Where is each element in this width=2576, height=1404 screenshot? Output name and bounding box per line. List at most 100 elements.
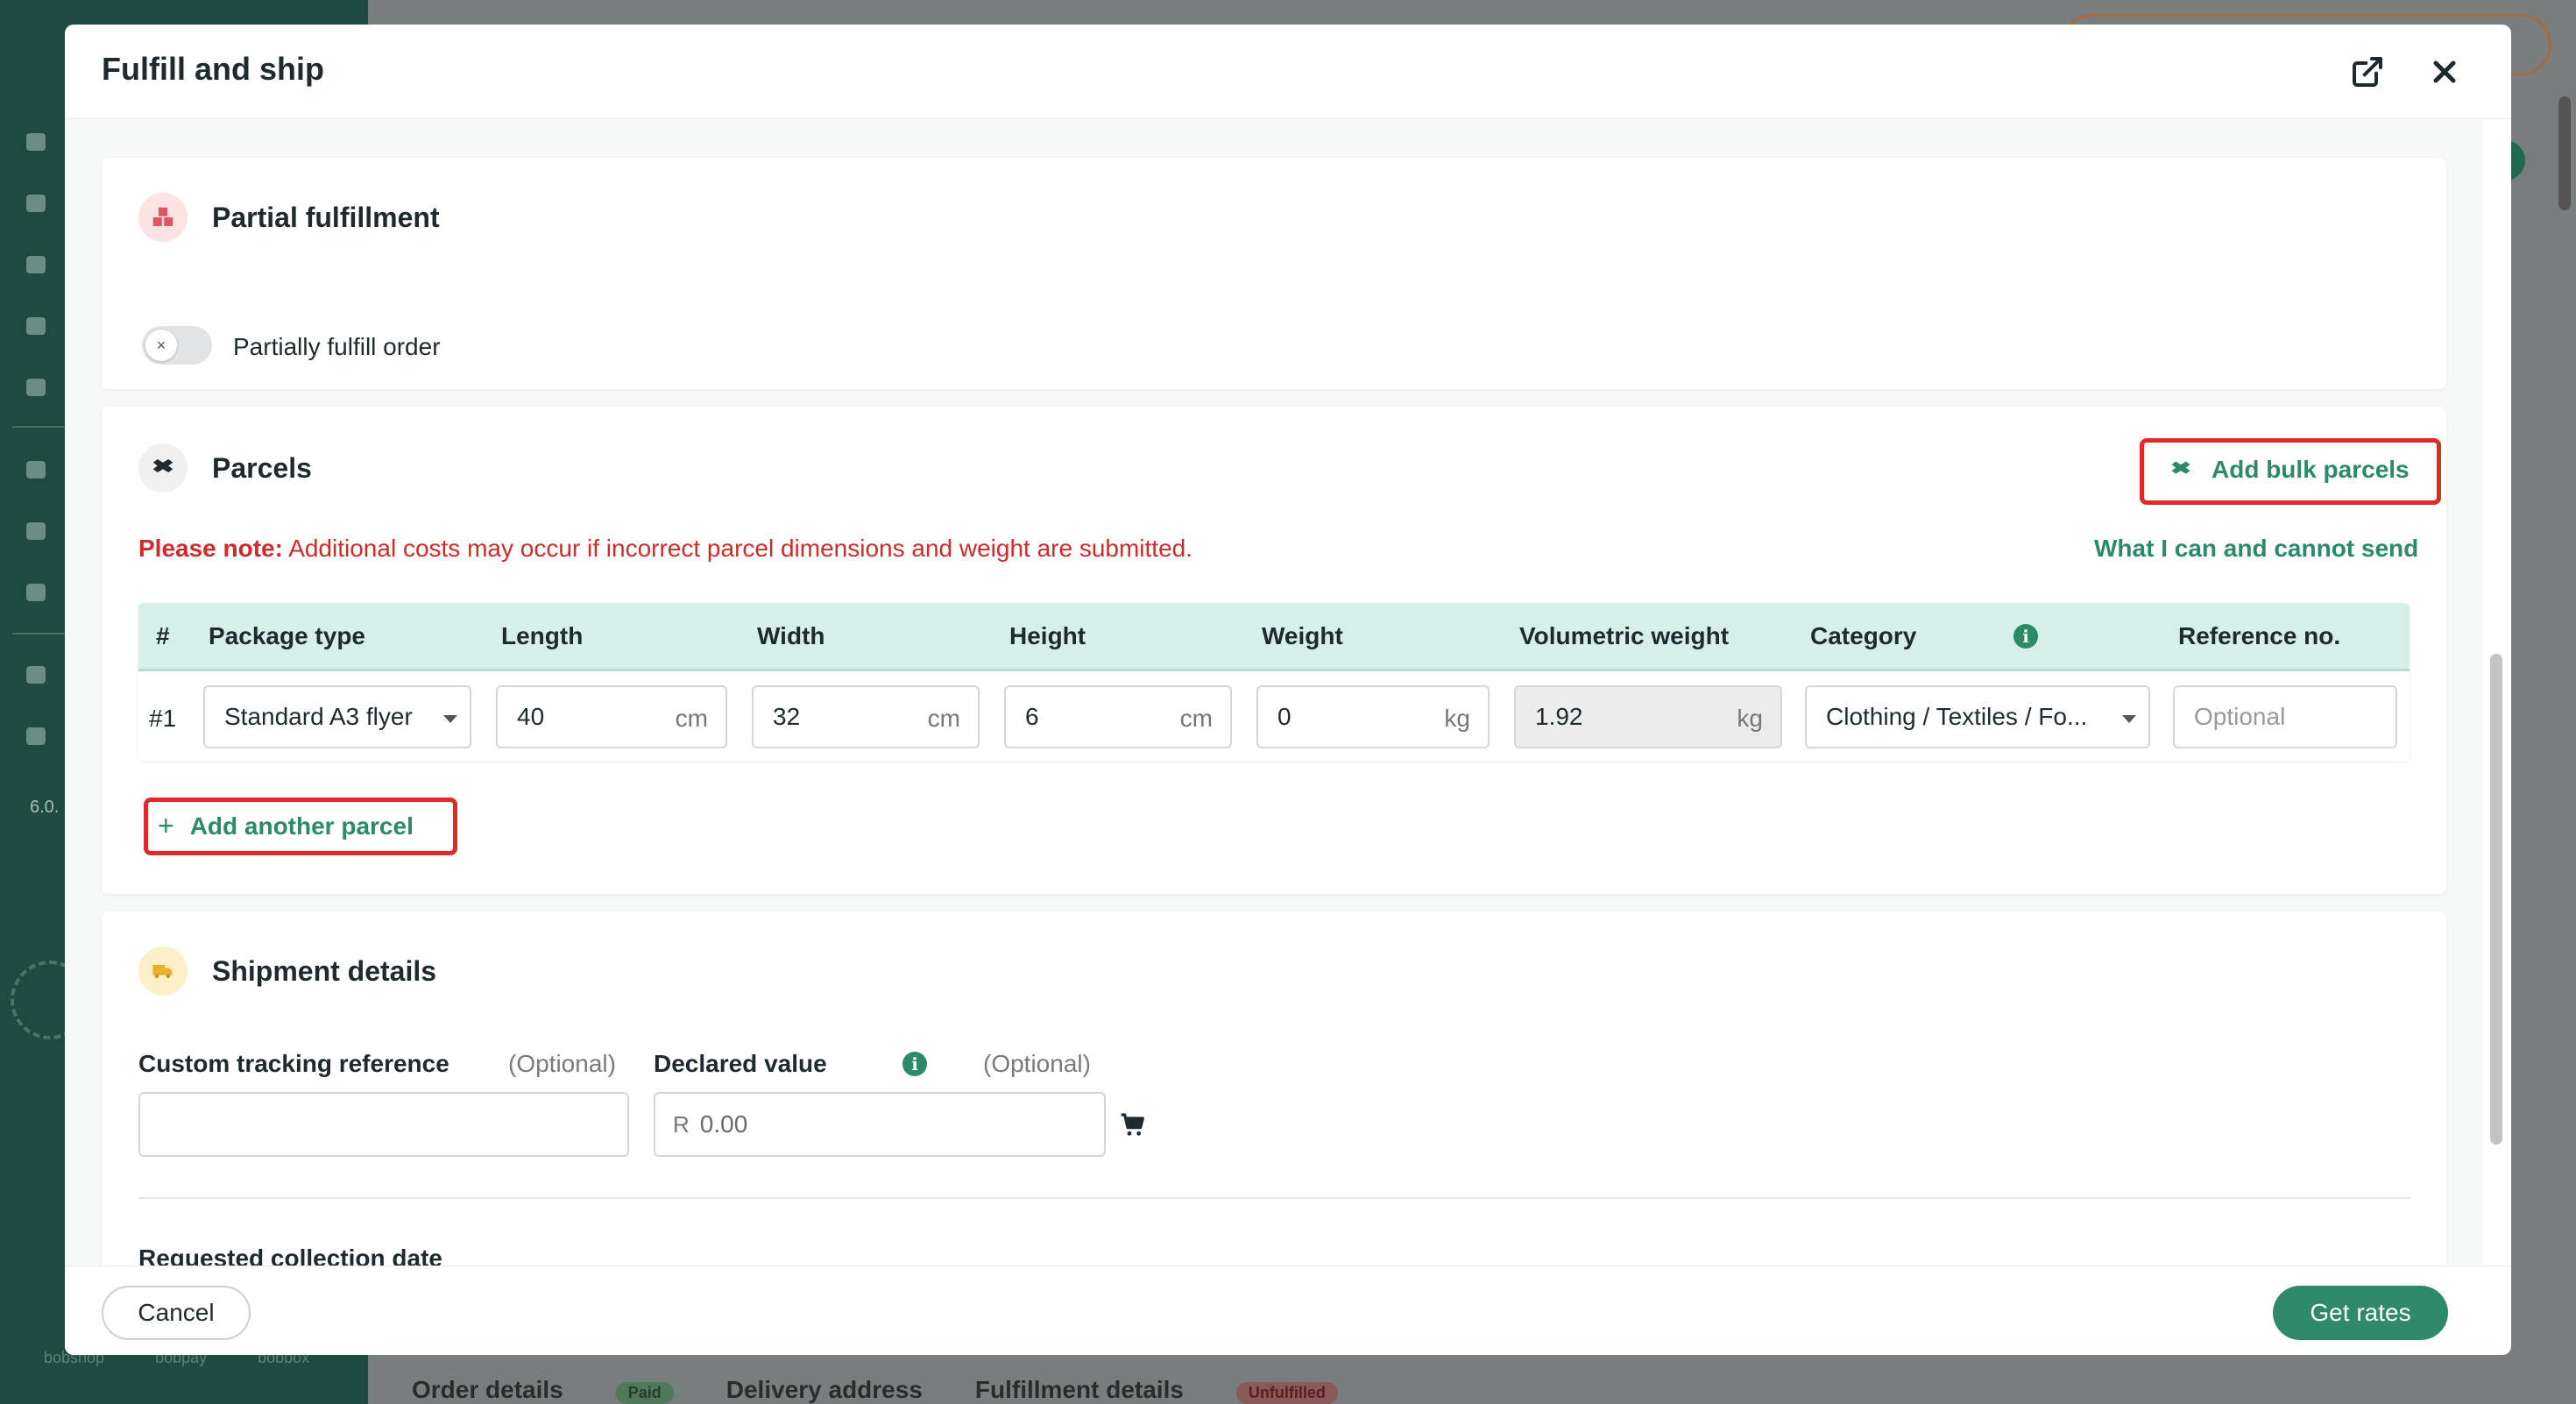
order-details-title: Order details bbox=[412, 1376, 563, 1403]
background-order-header: Order details Paid Delivery address Fulf… bbox=[412, 1367, 2541, 1404]
cart-icon[interactable] bbox=[1118, 1111, 1148, 1144]
category-info-icon[interactable]: i bbox=[2013, 624, 2038, 649]
row-number: #1 bbox=[149, 705, 177, 732]
add-bulk-parcels-label: Add bulk parcels bbox=[2212, 456, 2410, 483]
partial-fulfill-label: Partially fulfill order bbox=[233, 333, 441, 360]
tracking-input[interactable] bbox=[138, 1092, 629, 1157]
height-value: 6 bbox=[1025, 703, 1039, 730]
chevron-down-icon bbox=[443, 715, 457, 723]
col-package-type: Package type bbox=[209, 622, 365, 649]
col-width: Width bbox=[757, 622, 825, 649]
col-number: # bbox=[156, 622, 170, 649]
volumetric-value: 1.92 bbox=[1535, 703, 1583, 730]
gear-icon bbox=[26, 727, 46, 745]
modal-scrollbar[interactable] bbox=[2487, 119, 2506, 1266]
partial-fulfill-toggle[interactable]: × bbox=[142, 326, 212, 365]
col-volumetric: Volumetric weight bbox=[1519, 622, 1730, 649]
declared-optional: (Optional) bbox=[983, 1050, 1091, 1077]
get-rates-button[interactable]: Get rates bbox=[2273, 1286, 2448, 1340]
delivery-address-title: Delivery address bbox=[725, 1376, 923, 1403]
modal-header: Fulfill and ship bbox=[65, 25, 2511, 119]
fulfill-ship-modal: Fulfill and ship Partial fulfillment × P… bbox=[65, 25, 2511, 1355]
paid-badge: Paid bbox=[615, 1382, 674, 1404]
note-strong: Please note: bbox=[138, 535, 283, 562]
section-divider bbox=[138, 1197, 2410, 1199]
toggle-off-icon: × bbox=[145, 330, 177, 361]
add-another-parcel-button[interactable]: + Add another parcel bbox=[158, 810, 414, 842]
col-height: Height bbox=[1009, 622, 1086, 649]
close-icon[interactable] bbox=[2425, 53, 2464, 91]
background-scrollbar bbox=[2558, 96, 2571, 210]
cancel-button[interactable]: Cancel bbox=[102, 1286, 251, 1340]
scrollbar-thumb[interactable] bbox=[2490, 654, 2502, 1145]
weight-unit: kg bbox=[1444, 705, 1470, 732]
add-bulk-parcels-button[interactable]: Add bulk parcels bbox=[2168, 456, 2410, 484]
parcels-table-header: # Package type Length Width Height Weigh… bbox=[138, 603, 2410, 671]
weight-input[interactable]: 0 kg bbox=[1256, 685, 1490, 748]
modal-body: Partial fulfillment × Partially fulfill … bbox=[65, 119, 2483, 1266]
parcels-box-icon bbox=[138, 443, 188, 493]
chart-icon bbox=[26, 133, 46, 151]
length-value: 40 bbox=[517, 703, 545, 730]
fulfillment-details-title: Fulfillment details bbox=[974, 1376, 1184, 1403]
height-unit: cm bbox=[1179, 705, 1213, 732]
document-icon bbox=[26, 379, 46, 396]
unfulfilled-badge: Unfulfilled bbox=[1235, 1382, 1338, 1404]
currency-prefix: R bbox=[673, 1110, 690, 1138]
modal-footer: Cancel Get rates bbox=[65, 1266, 2511, 1355]
col-weight: Weight bbox=[1262, 622, 1343, 649]
sitemap-icon bbox=[26, 461, 46, 479]
tracking-label: Custom tracking reference bbox=[138, 1050, 449, 1077]
declared-value: 0.00 bbox=[699, 1110, 748, 1138]
star-icon bbox=[26, 666, 46, 684]
sidebar-divider bbox=[12, 426, 65, 428]
col-category-label: Category bbox=[1810, 622, 1917, 649]
col-reference: Reference no. bbox=[2178, 622, 2341, 649]
parcels-table: # Package type Length Width Height Weigh… bbox=[138, 603, 2410, 761]
calendar-icon bbox=[26, 195, 46, 212]
file-icon bbox=[26, 584, 46, 601]
width-unit: cm bbox=[927, 705, 960, 732]
volumetric-unit: kg bbox=[1737, 705, 1763, 732]
width-input[interactable]: 32 cm bbox=[752, 685, 980, 748]
package-type-select[interactable]: Standard A3 flyer bbox=[203, 685, 471, 748]
note-text: Additional costs may occur if incorrect … bbox=[288, 535, 1193, 562]
reference-placeholder: Optional bbox=[2194, 703, 2286, 730]
parcels-card: Parcels Add bulk parcels Please note: Ad… bbox=[102, 407, 2446, 894]
app-version: 6.0. bbox=[30, 798, 60, 817]
plus-icon: + bbox=[158, 810, 174, 841]
add-another-parcel-label: Add another parcel bbox=[189, 812, 414, 840]
declared-value-input[interactable]: R 0.00 bbox=[654, 1092, 1106, 1157]
volumetric-weight-field: 1.92 kg bbox=[1514, 685, 1782, 748]
open-external-icon[interactable] bbox=[2348, 53, 2387, 91]
col-category: Category bbox=[1810, 622, 1916, 650]
col-length: Length bbox=[501, 622, 584, 649]
shipment-details-title: Shipment details bbox=[212, 955, 437, 987]
transfer-icon bbox=[26, 256, 46, 273]
what-can-send-link[interactable]: What I can and cannot send bbox=[2094, 535, 2418, 563]
declared-info-icon[interactable]: i bbox=[902, 1052, 927, 1076]
boxes-icon bbox=[138, 193, 188, 242]
height-input[interactable]: 6 cm bbox=[1004, 685, 1232, 748]
collection-date-label: Requested collection date bbox=[138, 1244, 442, 1266]
partial-fulfillment-card: Partial fulfillment × Partially fulfill … bbox=[102, 158, 2446, 389]
parcel-warning-note: Please note: Additional costs may occur … bbox=[138, 535, 1192, 563]
category-select[interactable]: Clothing / Textiles / Fo... bbox=[1805, 685, 2150, 748]
length-input[interactable]: 40 cm bbox=[496, 685, 727, 748]
tracking-optional: (Optional) bbox=[508, 1050, 616, 1077]
truck-icon bbox=[138, 947, 188, 996]
partial-fulfillment-title: Partial fulfillment bbox=[212, 202, 440, 233]
weight-value: 0 bbox=[1277, 703, 1292, 730]
sidebar-divider bbox=[12, 633, 65, 635]
length-unit: cm bbox=[675, 705, 708, 732]
parcels-title: Parcels bbox=[212, 452, 312, 484]
truck-icon bbox=[26, 317, 46, 335]
bulk-box-icon bbox=[2171, 461, 2190, 474]
cart-icon bbox=[26, 522, 46, 540]
category-value: Clothing / Textiles / Fo... bbox=[1826, 703, 2088, 730]
width-value: 32 bbox=[773, 703, 801, 730]
package-type-value: Standard A3 flyer bbox=[224, 703, 413, 730]
reference-input[interactable]: Optional bbox=[2173, 685, 2397, 748]
modal-title: Fulfill and ship bbox=[102, 51, 324, 87]
chevron-down-icon bbox=[2122, 715, 2136, 723]
